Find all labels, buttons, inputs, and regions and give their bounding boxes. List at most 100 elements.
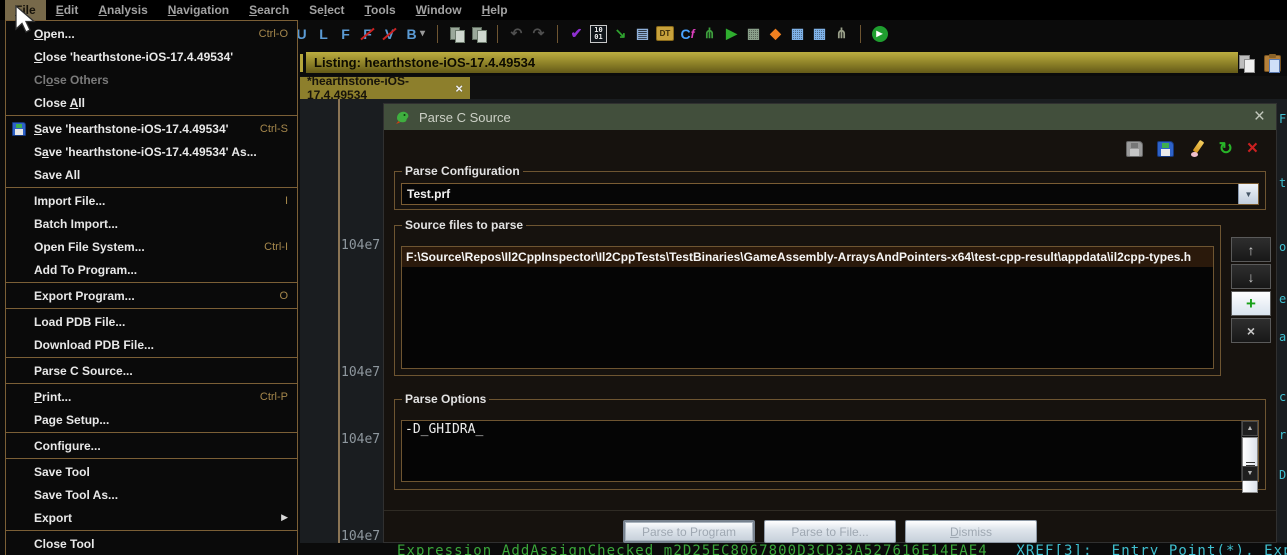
scroll-down-icon[interactable]: ▼ <box>1242 466 1258 481</box>
format-function-off-icon[interactable]: F <box>359 25 376 43</box>
add-file-button[interactable]: + <box>1231 291 1271 316</box>
menu-item-save-tool-as[interactable]: Save Tool As... <box>6 483 297 506</box>
mouse-cursor <box>13 5 37 35</box>
menu-item-save-tool[interactable]: Save Tool <box>6 460 297 483</box>
menu-item-label: Load PDB File... <box>34 315 276 329</box>
menubar-help[interactable]: Help <box>472 0 518 20</box>
menu-item-download-pdb-file[interactable]: Download PDB File... <box>6 333 297 356</box>
listing-address: 104e7 <box>341 365 380 380</box>
symbol-tree-icon[interactable]: ⋔ <box>701 25 718 43</box>
program-tab[interactable]: *hearthstone-iOS-17.4.49534 × <box>300 77 470 99</box>
menubar-search[interactable]: Search <box>239 0 299 20</box>
menu-icon-slot <box>12 144 34 160</box>
menu-item-batch-import[interactable]: Batch Import... <box>6 212 297 235</box>
menu-icon-slot <box>12 288 34 304</box>
menu-item-close-tool[interactable]: Close Tool <box>6 532 297 555</box>
tab-close-icon[interactable]: × <box>455 81 463 96</box>
menu-item-parse-c-source[interactable]: Parse C Source... <box>6 359 297 382</box>
listing-address: 104e7 <box>341 432 380 447</box>
menu-item-add-to-program[interactable]: Add To Program... <box>6 258 297 281</box>
menu-icon-slot <box>12 72 34 88</box>
menu-item-save-all[interactable]: Save All <box>6 163 297 186</box>
menu-accelerator: Ctrl-O <box>259 28 288 40</box>
menubar-analysis[interactable]: Analysis <box>88 0 157 20</box>
symbol-table-icon[interactable]: ▦ <box>789 25 806 43</box>
dismiss-button[interactable]: Dismiss <box>905 520 1037 543</box>
menu-item-close-all[interactable]: Close All <box>6 91 297 114</box>
dialog-close-icon[interactable]: × <box>1254 108 1265 126</box>
redo-icon[interactable]: ↷ <box>530 25 547 43</box>
clone-window-icon[interactable] <box>1264 55 1281 72</box>
menu-item-print[interactable]: Print...Ctrl-P <box>6 385 297 408</box>
source-file-row[interactable]: F:\Source\Repos\Il2CppInspector\Il2CppTe… <box>402 247 1213 267</box>
menubar-window[interactable]: Window <box>406 0 472 20</box>
menu-item-import-file[interactable]: Import File...I <box>6 189 297 212</box>
move-file-down-button[interactable]: ↓ <box>1231 264 1271 289</box>
parse-to-file-button[interactable]: Parse to File... <box>764 520 896 543</box>
menu-item-configure[interactable]: Configure... <box>6 434 297 457</box>
snapshot-icon[interactable] <box>1238 55 1255 72</box>
menu-item-load-pdb-file[interactable]: Load PDB File... <box>6 310 297 333</box>
configuration-combobox[interactable]: Test.prf ▼ <box>401 183 1259 205</box>
scrollbar-thumb[interactable] <box>1242 437 1258 493</box>
menu-icon-slot <box>12 464 34 480</box>
menu-item-open[interactable]: Open...Ctrl-O <box>6 22 297 45</box>
symbol-references-icon[interactable]: ▦ <box>811 25 828 43</box>
menu-icon-slot <box>12 412 34 428</box>
menu-item-close-hearthstone-ios-17-4-49534[interactable]: Close 'hearthstone-iOS-17.4.49534' <box>6 45 297 68</box>
menu-item-export[interactable]: Export▶ <box>6 506 297 529</box>
paste-pages-icon[interactable] <box>470 25 487 43</box>
function-graph-icon[interactable]: ⋔ <box>833 25 850 43</box>
dialog-title-bar[interactable]: Parse C Source × <box>384 104 1276 130</box>
parse-to-program-button[interactable]: Parse to Program <box>623 520 755 543</box>
menu-icon-slot <box>12 95 34 111</box>
undo-icon[interactable]: ↶ <box>508 25 525 43</box>
menu-item-label: Configure... <box>34 439 276 453</box>
play-circle-icon[interactable]: ▶ <box>871 25 888 43</box>
format-function-icon[interactable]: F <box>337 25 354 43</box>
menubar-select[interactable]: Select <box>299 0 354 20</box>
menubar-tools[interactable]: Tools <box>355 0 406 20</box>
menu-group: Parse C Source... <box>6 358 297 384</box>
scroll-up-icon[interactable]: ▲ <box>1242 421 1258 436</box>
parse-options-textarea[interactable]: -D_GHIDRA_ ▲ ▼ <box>401 420 1259 482</box>
save-config-as-icon[interactable] <box>1157 141 1174 157</box>
menu-item-export-program[interactable]: Export Program...O <box>6 284 297 307</box>
copy-pages-icon[interactable] <box>448 25 465 43</box>
options-scrollbar[interactable]: ▲ ▼ <box>1241 421 1258 481</box>
diamond-icon[interactable]: ◆ <box>767 25 784 43</box>
listing-edge-text: D <box>1279 468 1286 482</box>
source-files-list[interactable]: F:\Source\Repos\Il2CppInspector\Il2CppTe… <box>401 246 1214 369</box>
save-config-icon[interactable] <box>1126 141 1143 157</box>
menu-item-open-file-system[interactable]: Open File System...Ctrl-I <box>6 235 297 258</box>
ghidra-window: FileEditAnalysisNavigationSearchSelectTo… <box>0 0 1287 555</box>
c-function-icon[interactable]: Cf <box>679 25 696 43</box>
data-type-manager-icon[interactable]: DT <box>656 26 674 41</box>
binary-bytes-icon[interactable]: 1001 <box>590 25 607 43</box>
menu-item-save-hearthstone-ios-17-4-49534[interactable]: Save 'hearthstone-iOS-17.4.49534'Ctrl-S <box>6 117 297 140</box>
listing-header[interactable]: Listing: hearthstone-iOS-17.4.49534 <box>306 52 1238 73</box>
menu-item-label: Export <box>34 511 269 525</box>
menubar-navigation[interactable]: Navigation <box>158 0 239 20</box>
remove-file-button[interactable]: × <box>1231 318 1271 343</box>
memory-map-icon[interactable]: ▤ <box>634 25 651 43</box>
menu-item-close-others[interactable]: Close Others <box>6 68 297 91</box>
edit-config-icon[interactable] <box>1188 141 1205 158</box>
delete-config-icon[interactable]: × <box>1247 141 1258 157</box>
format-variable-off-icon[interactable]: V <box>381 25 398 43</box>
menu-item-page-setup[interactable]: Page Setup... <box>6 408 297 431</box>
import-arrow-icon[interactable]: ↘ <box>612 25 629 43</box>
refresh-config-icon[interactable]: ↻ <box>1219 141 1233 157</box>
menu-item-save-hearthstone-ios-17-4-49534-as[interactable]: Save 'hearthstone-iOS-17.4.49534' As... <box>6 140 297 163</box>
menubar-edit[interactable]: Edit <box>46 0 89 20</box>
menu-icon-slot <box>12 262 34 278</box>
memory-chip-icon[interactable]: ▦ <box>745 25 762 43</box>
format-dropdown-caret-icon[interactable]: ▾ <box>418 25 427 43</box>
move-file-up-button[interactable]: ↑ <box>1231 237 1271 262</box>
menu-icon-slot <box>12 363 34 379</box>
run-script-icon[interactable]: ▶ <box>723 25 740 43</box>
combobox-caret-icon[interactable]: ▼ <box>1238 184 1258 204</box>
format-label-icon[interactable]: L <box>315 25 332 43</box>
file-menu: Open...Ctrl-OClose 'hearthstone-iOS-17.4… <box>5 20 298 555</box>
validate-check-icon[interactable]: ✔ <box>568 25 585 43</box>
